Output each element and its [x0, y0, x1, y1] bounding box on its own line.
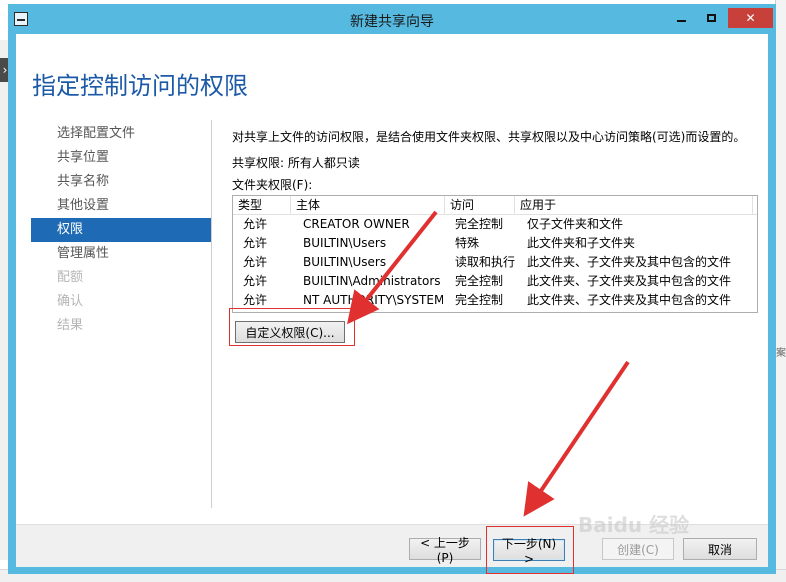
minimize-button[interactable]: [668, 8, 695, 28]
create-button: 创建(C): [602, 538, 674, 560]
title-bar[interactable]: 新建共享向导 ✕: [8, 4, 776, 34]
table-row[interactable]: 允许 CREATOR OWNER 完全控制 仅子文件夹和文件: [233, 215, 757, 234]
permissions-description: 对共享上文件的访问权限，是结合使用文件夹权限、共享权限以及中心访问策略(可选)而…: [232, 130, 746, 144]
cell-applies-to: 仅子文件夹和文件: [527, 217, 624, 231]
sidebar-divider: [211, 120, 212, 508]
wizard-client-area: 指定控制访问的权限 选择配置文件 共享位置 共享名称 其他设置 权限 管理属性 …: [16, 34, 768, 574]
background-window-right: [775, 0, 786, 582]
table-header: 类型 主体 访问 应用于: [233, 196, 757, 215]
new-share-wizard-window: 新建共享向导 ✕ 指定控制访问的权限 选择配置文件 共享位置 共享名称 其他设置…: [8, 4, 776, 574]
column-header-principal[interactable]: 主体: [291, 196, 445, 214]
cell-applies-to: 此文件夹、子文件夹及其中包含的文件: [527, 293, 732, 307]
close-icon: ✕: [745, 11, 756, 25]
column-header-type[interactable]: 类型: [233, 196, 291, 214]
table-row[interactable]: 允许 BUILTIN\Users 特殊 此文件夹和子文件夹: [233, 234, 757, 253]
sidebar-item-select-profile[interactable]: 选择配置文件: [31, 122, 211, 146]
cell-principal: BUILTIN\Administrators: [303, 274, 441, 288]
table-row[interactable]: 允许 BUILTIN\Administrators 完全控制 此文件夹、子文件夹…: [233, 272, 757, 291]
baidu-watermark: Baidu 经验: [578, 513, 690, 537]
folder-permissions-label: 文件夹权限(F):: [232, 178, 313, 192]
cell-applies-to: 此文件夹和子文件夹: [527, 236, 636, 250]
table-row[interactable]: 允许 BUILTIN\Users 读取和执行 此文件夹、子文件夹及其中包含的文件: [233, 253, 757, 272]
sidebar-item-confirmation: 确认: [57, 294, 84, 309]
column-header-applies-to[interactable]: 应用于: [515, 196, 753, 214]
custom-permissions-highlight: 自定义权限(C)...: [229, 308, 355, 346]
share-permissions-text: 共享权限: 所有人都只读: [232, 156, 360, 170]
custom-permissions-button[interactable]: 自定义权限(C)...: [235, 321, 345, 343]
cell-access: 特殊: [455, 236, 480, 250]
page-title: 指定控制访问的权限: [32, 72, 248, 100]
folder-permissions-table[interactable]: 类型 主体 访问 应用于 允许 CREATOR OWNER 完全控制 仅子文件夹…: [232, 195, 758, 313]
cancel-button[interactable]: 取消: [683, 538, 757, 560]
cell-principal: BUILTIN\Users: [303, 255, 387, 269]
sidebar-item-share-location[interactable]: 共享位置: [31, 146, 211, 170]
sidebar-item-other-settings[interactable]: 其他设置: [31, 194, 211, 218]
sidebar-item-quota: 配额: [57, 270, 84, 285]
sidebar-item-permissions[interactable]: 权限: [31, 218, 211, 242]
cell-type: 允许: [243, 255, 268, 269]
cell-access: 完全控制: [455, 293, 504, 307]
cell-principal: CREATOR OWNER: [303, 217, 410, 231]
cell-access: 完全控制: [455, 217, 504, 231]
previous-button[interactable]: < 上一步(P): [409, 536, 481, 565]
sidebar-item-share-name[interactable]: 共享名称: [31, 170, 211, 194]
minimize-icon: [677, 20, 686, 22]
cell-type: 允许: [243, 217, 268, 231]
maximize-button[interactable]: [698, 8, 725, 28]
maximize-icon: [707, 14, 716, 22]
sidebar-item-management-properties[interactable]: 管理属性: [31, 242, 211, 266]
cell-type: 允许: [243, 274, 268, 288]
wizard-steps-sidebar: 选择配置文件 共享位置 共享名称 其他设置 权限 管理属性 配额 确认 结果: [31, 122, 211, 338]
cell-access: 读取和执行: [455, 255, 516, 269]
window-title: 新建共享向导: [350, 14, 434, 30]
sidebar-item-results: 结果: [57, 318, 84, 333]
cell-type: 允许: [243, 236, 268, 250]
cell-applies-to: 此文件夹、子文件夹及其中包含的文件: [527, 255, 732, 269]
background-right-text: 案: [776, 348, 786, 359]
next-button-highlight: 下一步(N) >: [486, 526, 574, 574]
next-button[interactable]: 下一步(N) >: [493, 537, 565, 566]
cell-principal: BUILTIN\Users: [303, 236, 387, 250]
close-button[interactable]: ✕: [728, 8, 773, 28]
column-header-access[interactable]: 访问: [445, 196, 515, 214]
cell-applies-to: 此文件夹、子文件夹及其中包含的文件: [527, 274, 732, 288]
cell-access: 完全控制: [455, 274, 504, 288]
